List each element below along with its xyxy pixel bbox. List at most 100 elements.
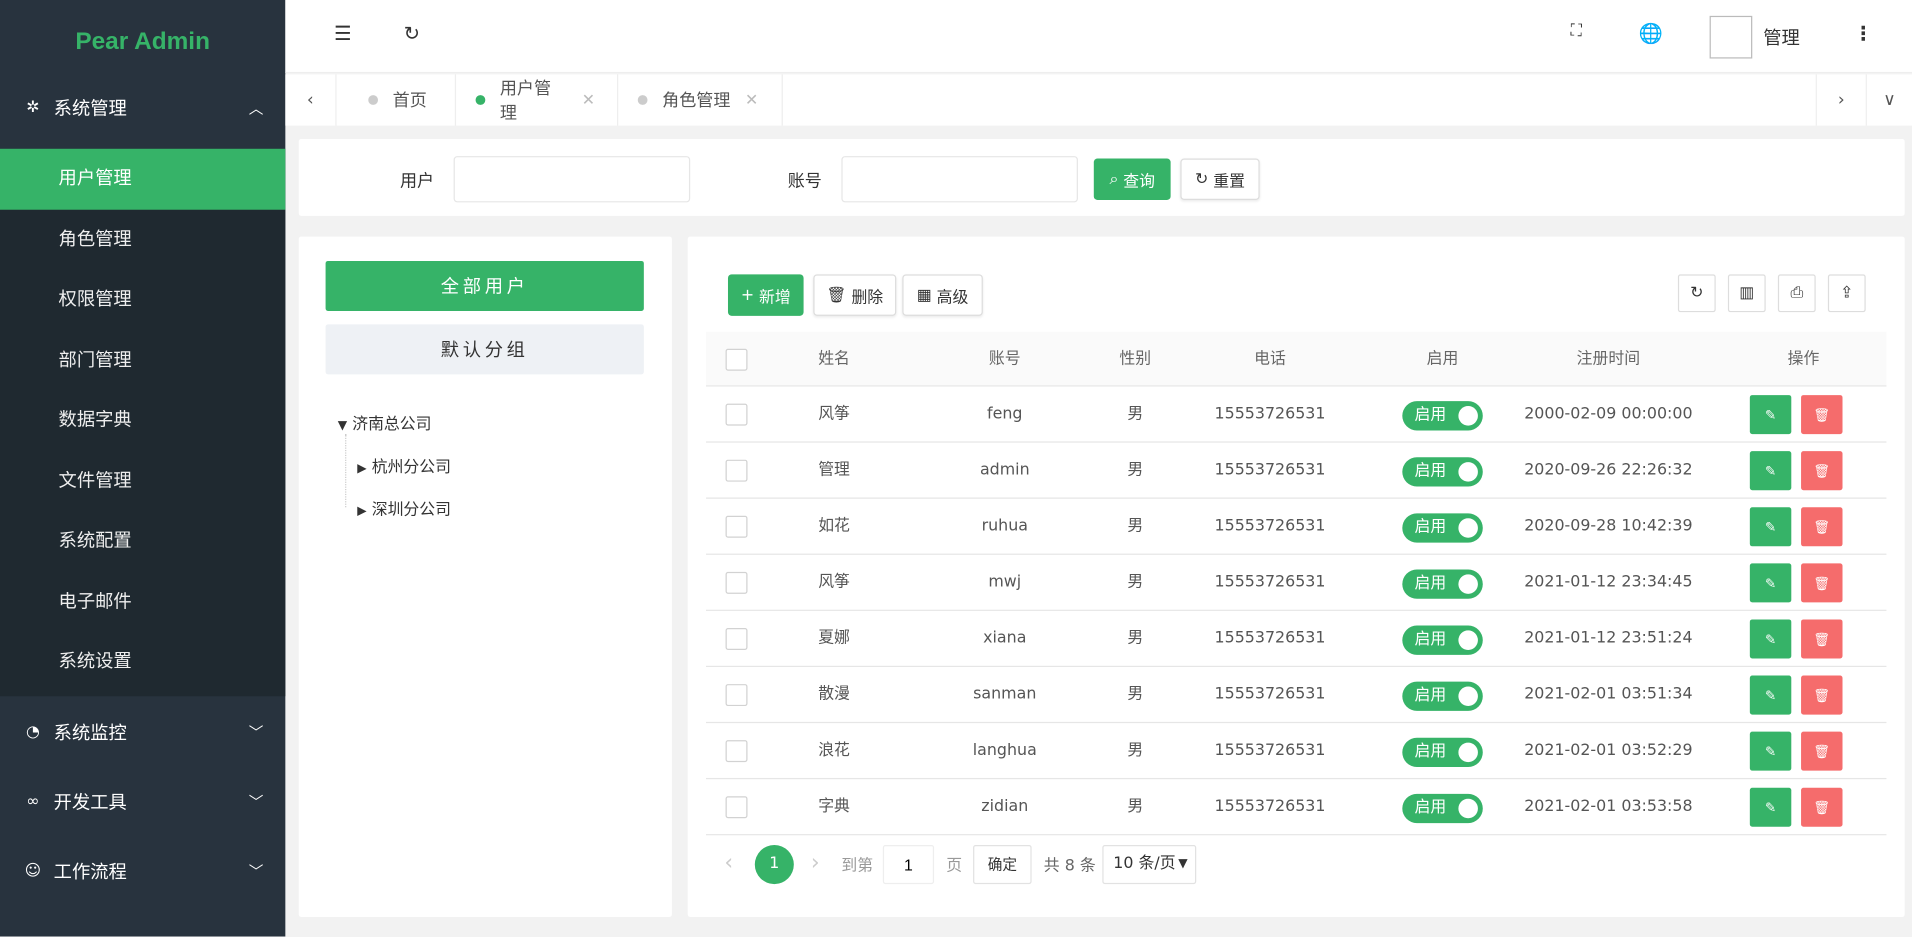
column-filter-button[interactable]: ▥: [1727, 274, 1766, 313]
sidebar-item-departments[interactable]: 部门管理: [0, 330, 285, 390]
account-input[interactable]: [841, 156, 1078, 203]
row-checkbox[interactable]: [725, 403, 748, 426]
total-count: 共 8 条: [1043, 857, 1096, 876]
caret-right-icon: ▶: [357, 504, 367, 519]
page-jump-input[interactable]: [882, 845, 935, 885]
confirm-page-button[interactable]: 确定: [973, 845, 1032, 885]
row-checkbox[interactable]: [725, 796, 748, 819]
row-checkbox[interactable]: [725, 627, 748, 650]
enable-toggle[interactable]: 启用: [1402, 625, 1483, 655]
column-header: 姓名: [818, 349, 850, 369]
sidebar-item-files[interactable]: 文件管理: [0, 451, 285, 511]
avatar[interactable]: [1709, 15, 1753, 59]
tree-node-shenzhen[interactable]: ▶ 深圳分公司: [357, 496, 451, 519]
tab-scroll-right[interactable]: ›: [1815, 74, 1867, 126]
cell-name: 管理: [818, 460, 850, 480]
sidebar-group-system[interactable]: ✲ 系统管理 ︿: [0, 80, 285, 134]
add-button[interactable]: + 新增: [727, 274, 804, 316]
enable-toggle[interactable]: 启用: [1402, 569, 1483, 599]
delete-row-button[interactable]: 🗑: [1801, 675, 1843, 715]
delete-button[interactable]: 🗑 删除: [813, 274, 897, 316]
tree-node-root[interactable]: ▼ 济南总公司: [338, 411, 432, 434]
delete-row-button[interactable]: 🗑: [1801, 787, 1843, 827]
edit-button[interactable]: ✎: [1749, 507, 1792, 547]
tab-dropdown[interactable]: ∨: [1867, 74, 1912, 125]
tab-scroll-left[interactable]: ‹: [285, 74, 337, 126]
table-refresh-button[interactable]: ↻: [1677, 274, 1716, 313]
collapse-menu-icon[interactable]: ☰: [334, 22, 351, 45]
select-all-checkbox[interactable]: [725, 348, 748, 371]
sidebar-group-workflow[interactable]: ☺ 工作流程 ﹀: [0, 844, 285, 898]
sidebar-item-settings[interactable]: 系统设置: [0, 632, 285, 692]
user-name[interactable]: 管理: [1763, 24, 1800, 50]
sidebar-item-roles[interactable]: 角色管理: [0, 209, 285, 269]
print-button[interactable]: ⎙: [1777, 274, 1816, 313]
row-checkbox[interactable]: [725, 459, 748, 482]
printer-icon: ⎙: [1790, 284, 1804, 303]
advanced-label: 高级: [936, 288, 969, 307]
globe-icon[interactable]: 🌐: [1639, 22, 1663, 45]
advanced-button[interactable]: ▦ 高级: [902, 274, 983, 316]
edit-button[interactable]: ✎: [1749, 451, 1792, 491]
tree-node-hangzhou[interactable]: ▶ 杭州分公司: [357, 454, 452, 477]
sidebar-item-permissions[interactable]: 权限管理: [0, 269, 285, 329]
toggle-label: 启用: [1414, 406, 1447, 425]
row-checkbox[interactable]: [725, 515, 748, 538]
table-row: 如花 ruhua 男 15553726531 启用 2020-09-28 10:…: [706, 499, 1887, 555]
row-checkbox[interactable]: [725, 740, 748, 763]
enable-toggle[interactable]: 启用: [1402, 513, 1483, 543]
edit-button[interactable]: ✎: [1749, 563, 1792, 603]
close-icon[interactable]: ✕: [582, 91, 595, 109]
edit-button[interactable]: ✎: [1749, 675, 1792, 715]
delete-row-button[interactable]: 🗑: [1801, 395, 1843, 435]
cell-account: ruhua: [981, 517, 1028, 536]
smile-icon: ☺: [24, 861, 42, 880]
enable-toggle[interactable]: 启用: [1402, 681, 1483, 711]
sidebar-group-monitor[interactable]: ◔ 系统监控 ﹀: [0, 705, 285, 759]
query-label: 查询: [1123, 172, 1155, 191]
search-icon: ⌕: [1109, 170, 1119, 189]
sidebar-group-devtools[interactable]: ∞ 开发工具 ﹀: [0, 774, 285, 828]
tab-home[interactable]: 首页: [337, 74, 457, 126]
sidebar-item-dictionary[interactable]: 数据字典: [0, 390, 285, 450]
query-button[interactable]: ⌕ 查询: [1093, 158, 1171, 200]
default-group-button[interactable]: 默认分组: [325, 324, 644, 375]
row-checkbox[interactable]: [725, 684, 748, 707]
table-row: 散漫 sanman 男 15553726531 启用 2021-02-01 03…: [706, 667, 1887, 724]
close-icon[interactable]: ✕: [745, 91, 758, 109]
enable-toggle[interactable]: 启用: [1402, 737, 1483, 768]
tab-users[interactable]: 用户管理 ✕: [456, 74, 619, 126]
next-page-button[interactable]: ›: [811, 850, 820, 876]
page-size-select[interactable]: 10 条/页 ▼: [1102, 845, 1197, 885]
all-users-button[interactable]: 全部用户: [325, 260, 644, 311]
tree-label: 杭州分公司: [371, 458, 452, 477]
delete-row-button[interactable]: 🗑: [1801, 619, 1843, 659]
delete-row-button[interactable]: 🗑: [1801, 507, 1843, 547]
row-checkbox[interactable]: [725, 571, 748, 594]
enable-toggle[interactable]: 启用: [1402, 457, 1483, 487]
sidebar-item-config[interactable]: 系统配置: [0, 511, 285, 571]
toggle-knob: [1458, 406, 1478, 426]
export-button[interactable]: ⇪: [1827, 274, 1866, 313]
delete-row-button[interactable]: 🗑: [1801, 563, 1843, 603]
delete-row-button[interactable]: 🗑: [1801, 451, 1843, 491]
edit-button[interactable]: ✎: [1749, 787, 1792, 827]
page-1-button[interactable]: 1: [754, 845, 794, 885]
edit-button[interactable]: ✎: [1749, 731, 1792, 771]
tab-label: 用户管理: [499, 79, 552, 124]
sidebar-item-email[interactable]: 电子邮件: [0, 571, 285, 631]
cell-account: zidian: [981, 797, 1029, 816]
delete-row-button[interactable]: 🗑: [1801, 731, 1843, 771]
fullscreen-icon[interactable]: ⛶: [1571, 22, 1582, 40]
edit-button[interactable]: ✎: [1749, 395, 1792, 435]
sidebar-item-users[interactable]: 用户管理: [0, 148, 286, 210]
more-icon[interactable]: ⋮: [1853, 22, 1873, 45]
user-input[interactable]: [453, 156, 691, 203]
refresh-icon[interactable]: ↻: [404, 22, 420, 45]
edit-button[interactable]: ✎: [1749, 619, 1792, 659]
prev-page-button[interactable]: ‹: [724, 850, 733, 876]
reset-button[interactable]: ↻ 重置: [1180, 158, 1260, 200]
tab-roles[interactable]: 角色管理 ✕: [618, 74, 783, 126]
enable-toggle[interactable]: 启用: [1402, 793, 1483, 824]
enable-toggle[interactable]: 启用: [1402, 401, 1483, 431]
